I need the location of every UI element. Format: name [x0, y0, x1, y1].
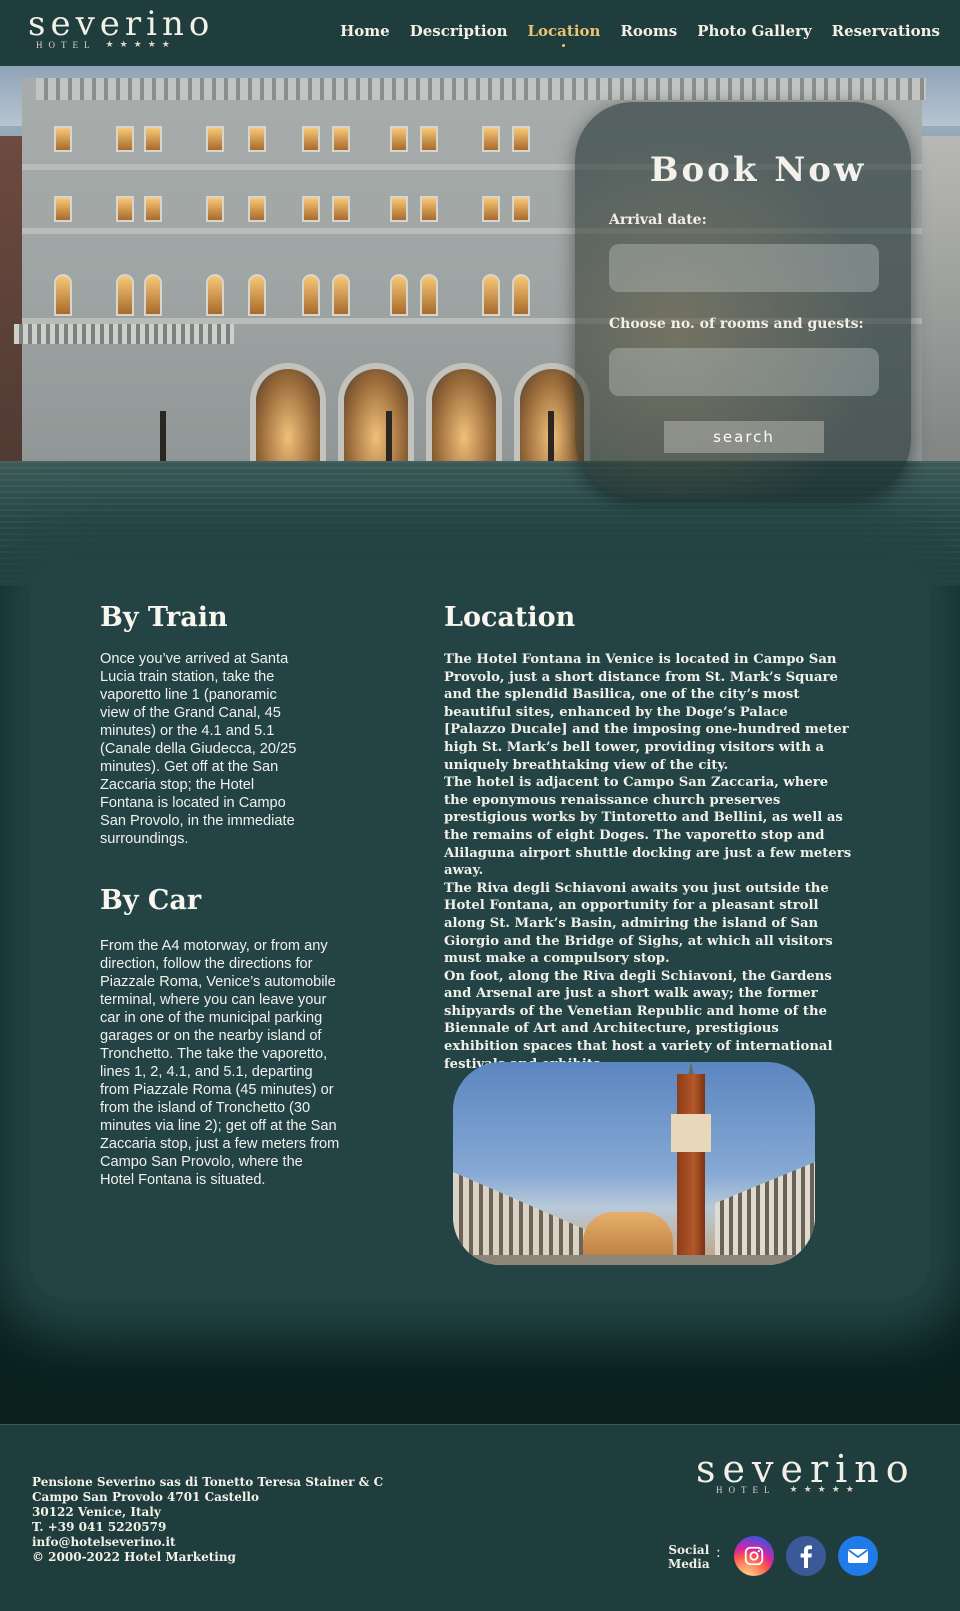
footer-logo-hotel-label: HOTEL — [716, 1485, 776, 1495]
footer-logo-wordmark: severino — [696, 1447, 916, 1491]
location-heading: Location — [444, 602, 576, 633]
st-marks-square-photo — [453, 1062, 815, 1265]
logo-wordmark: severino — [28, 4, 215, 44]
footer-phone[interactable]: T. +39 041 5220579 — [32, 1520, 383, 1535]
by-car-heading: By Car — [100, 885, 202, 916]
rooms-guests-label: Choose no. of rooms and guests: — [609, 316, 864, 332]
nav-description[interactable]: Description — [410, 22, 508, 40]
facebook-icon[interactable] — [786, 1536, 826, 1576]
nav-rooms[interactable]: Rooms — [620, 22, 677, 40]
footer-logo-stars: ★★★★★ — [789, 1485, 860, 1495]
arrival-date-label: Arrival date: — [609, 212, 707, 228]
nav-location[interactable]: Location — [527, 22, 600, 47]
logo-stars: ★★★★★ — [105, 40, 176, 50]
nav-home[interactable]: Home — [340, 22, 390, 40]
booking-title: Book Now — [649, 150, 867, 190]
by-train-heading: By Train — [100, 602, 228, 633]
footer-address: Campo San Provolo 4701 Castello — [32, 1490, 259, 1504]
mail-icon[interactable] — [838, 1536, 878, 1576]
footer-company: Pensione Severino sas di Tonetto Teresa … — [32, 1475, 384, 1489]
rooms-guests-input[interactable] — [609, 348, 879, 396]
logo[interactable]: severino HOTEL ★★★★★ — [28, 4, 215, 50]
location-paragraph: The Hotel Fontana in Venice is located i… — [444, 652, 849, 773]
instagram-icon[interactable] — [734, 1536, 774, 1576]
logo-hotel-label: HOTEL — [36, 40, 96, 50]
social-media-label: Social Media — [668, 1543, 710, 1571]
social-colon: : — [716, 1545, 721, 1561]
location-paragraph: On foot, along the Riva degli Schiavoni,… — [444, 968, 833, 1072]
by-train-text: Once you’ve arrived at Santa Lucia train… — [100, 651, 297, 847]
location-paragraph: The hotel is adjacent to Campo San Zacca… — [444, 775, 852, 879]
search-button[interactable]: search — [664, 421, 824, 453]
location-paragraph: The Riva degli Schiavoni awaits you just… — [444, 880, 833, 967]
footer-logo[interactable]: severino HOTEL ★★★★★ — [696, 1447, 916, 1495]
footer-city: 30122 Venice, Italy — [32, 1505, 161, 1519]
footer-email[interactable]: info@hotelseverino.it — [32, 1535, 383, 1550]
arrival-date-input[interactable] — [609, 244, 879, 292]
by-car-text: From the A4 motorway, or from any direct… — [100, 938, 340, 1188]
nav-photo-gallery[interactable]: Photo Gallery — [697, 22, 811, 40]
booking-widget: Book Now Arrival date: Choose no. of roo… — [575, 102, 911, 497]
footer-contact: Pensione Severino sas di Tonetto Teresa … — [32, 1475, 383, 1565]
nav-reservations[interactable]: Reservations — [832, 22, 940, 40]
site-header: severino HOTEL ★★★★★ Home Description Lo… — [0, 0, 960, 66]
location-text: The Hotel Fontana in Venice is located i… — [444, 651, 854, 1073]
main-nav: Home Description Location Rooms Photo Ga… — [340, 22, 940, 47]
site-footer: Pensione Severino sas di Tonetto Teresa … — [0, 1424, 960, 1611]
footer-copyright: © 2000-2022 Hotel Marketing — [32, 1550, 236, 1564]
